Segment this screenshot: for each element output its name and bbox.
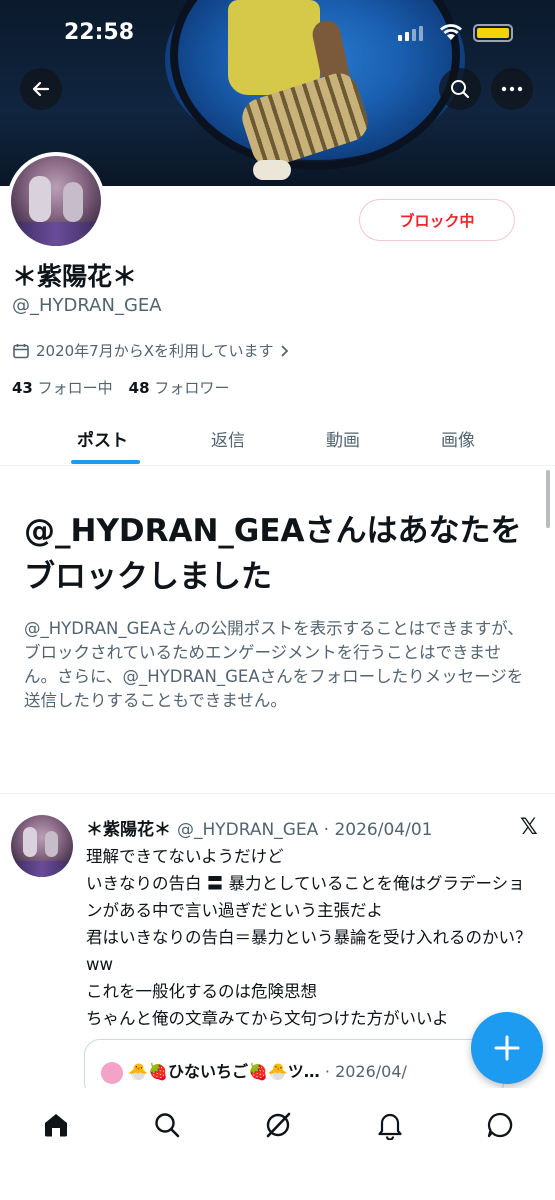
followers-link[interactable]: 48 フォロワー (129, 377, 230, 398)
signal-icon (398, 26, 423, 41)
x-logo-icon: 𝕏 (520, 815, 538, 840)
back-arrow-icon (32, 81, 50, 97)
quote-author-name: 🐣🍓ひないちご🍓🐣ツ… (128, 1062, 320, 1081)
bottom-nav (0, 1088, 555, 1200)
tab-indicator (71, 460, 140, 464)
status-bar: 22:58 (0, 0, 555, 62)
scrollbar[interactable] (546, 470, 550, 528)
tweet-line: いきなりの告白 〓 暴力としていることを俺はグラデーションがある中で言い過ぎだと… (86, 874, 525, 920)
search-button[interactable] (439, 68, 481, 110)
display-name: ＊紫陽花＊ (12, 262, 138, 291)
nav-messages[interactable] (483, 1108, 517, 1142)
tweet-text[interactable]: 理解できてないようだけど いきなりの告白 〓 暴力としていることを俺はグラデーシ… (86, 843, 536, 1032)
following-link[interactable]: 43 フォロー中 (12, 377, 113, 398)
search-icon (155, 1113, 180, 1138)
tweet-line: これを一般化するのは危険思想 (86, 982, 317, 1001)
joined-text: 2020年7月からXを利用しています (36, 342, 274, 360)
battery-icon (473, 24, 513, 42)
nav-search[interactable] (150, 1108, 184, 1142)
tweet-handle-date: @_HYDRAN_GEA · 2026/04/01 (177, 820, 433, 840)
divider (0, 793, 555, 794)
status-time: 22:58 (64, 20, 135, 45)
tweet-line: 君はいきなりの告白＝暴力という暴論を受け入れるのかい？ww (86, 928, 532, 974)
quote-avatar (101, 1061, 123, 1084)
profile-handle: @_HYDRAN_GEA (12, 295, 162, 316)
wifi-icon (440, 24, 462, 40)
profile-avatar[interactable] (7, 152, 105, 250)
chevron-right-icon (280, 344, 288, 357)
quote-date: · 2026/04/ (324, 1062, 407, 1081)
followers-label: フォロワー (154, 379, 230, 397)
tab-replies[interactable]: 返信 (211, 426, 245, 451)
grok-icon (266, 1112, 291, 1138)
joined-date[interactable]: 2020年7月からXを利用しています (12, 340, 290, 361)
more-icon (501, 86, 523, 92)
tweet-author-name[interactable]: ＊紫陽花＊ (86, 820, 171, 840)
tab-videos[interactable]: 動画 (326, 426, 360, 451)
search-icon (451, 80, 470, 99)
messages-icon (487, 1112, 513, 1138)
nav-grok[interactable] (261, 1108, 295, 1142)
plus-icon (494, 1035, 520, 1061)
nav-notifications[interactable] (373, 1108, 407, 1142)
tab-images[interactable]: 画像 (441, 426, 475, 451)
back-button[interactable] (20, 68, 62, 110)
follow-stats: 43 フォロー中 48 フォロワー (12, 377, 229, 398)
tweet-header: ＊紫陽花＊ @_HYDRAN_GEA · 2026/04/01 (86, 815, 432, 840)
bell-icon (378, 1113, 402, 1140)
followers-count: 48 (128, 379, 150, 397)
following-label: フォロー中 (37, 379, 113, 397)
nav-home[interactable] (39, 1108, 73, 1142)
blocked-description: @_HYDRAN_GEAさんの公開ポストを表示することはできますが、ブロックされ… (24, 619, 524, 710)
tweet-line: 理解できてないようだけど (86, 847, 284, 866)
home-icon (45, 1114, 67, 1137)
blocked-title: @_HYDRAN_GEAさんはあなたをブロックしました (24, 513, 522, 595)
more-button[interactable] (491, 68, 533, 110)
tweet-line: ちゃんと俺の文章みてから文句つけた方がいいよ (86, 1009, 449, 1028)
compose-button[interactable] (471, 1012, 543, 1084)
tab-posts[interactable]: ポスト (77, 426, 128, 451)
tweet-avatar[interactable] (11, 815, 73, 877)
calendar-icon (13, 343, 29, 358)
following-count: 43 (12, 379, 33, 397)
blocking-button[interactable]: ブロック中 (359, 199, 515, 241)
banner-person-shoe (253, 160, 291, 180)
profile-tabs: ポスト 返信 動画 画像 (0, 410, 555, 466)
